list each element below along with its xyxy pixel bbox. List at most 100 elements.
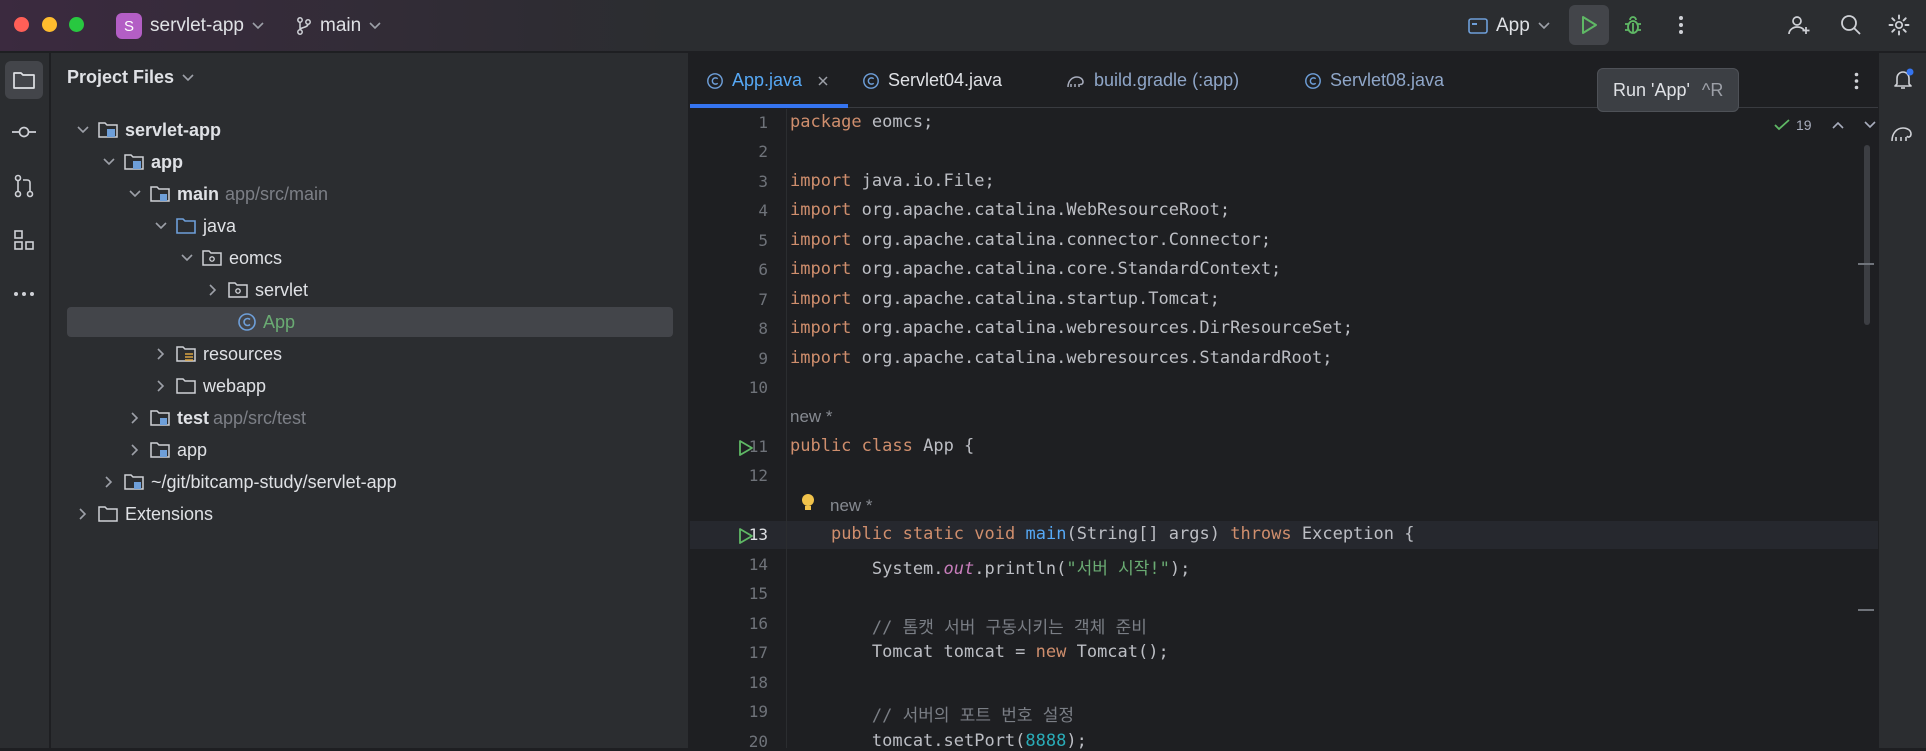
settings-button[interactable] bbox=[1884, 10, 1914, 40]
project-tool-button[interactable] bbox=[5, 61, 43, 99]
chevron-down-icon bbox=[1538, 22, 1550, 30]
line-number: 13 bbox=[748, 525, 768, 544]
module-folder-icon bbox=[150, 442, 170, 458]
chevron-right-icon bbox=[79, 508, 87, 520]
minimize-window-button[interactable] bbox=[42, 17, 57, 32]
tree-row-resources[interactable]: resources bbox=[67, 339, 673, 369]
gutter-run-icon[interactable] bbox=[738, 527, 754, 545]
code-vision-hint[interactable]: new * bbox=[790, 407, 833, 427]
chevron-right-icon bbox=[157, 380, 165, 392]
tree-label: servlet-app bbox=[125, 119, 222, 140]
run-icon bbox=[1582, 16, 1597, 34]
chevron-down-icon[interactable] bbox=[1864, 121, 1876, 129]
debug-icon bbox=[1625, 16, 1641, 34]
java-class-icon bbox=[238, 313, 256, 331]
tree-row-app-folder[interactable]: app bbox=[67, 435, 673, 465]
tree-row-git-root[interactable]: ~/git/bitcamp-study/servlet-app bbox=[67, 467, 673, 497]
run-button[interactable] bbox=[1569, 5, 1609, 45]
scroll-marker bbox=[1858, 263, 1874, 265]
branch-switcher[interactable]: main bbox=[296, 12, 381, 40]
line-number: 17 bbox=[748, 643, 768, 662]
pull-requests-tool-button[interactable] bbox=[5, 167, 43, 205]
tree-row-extensions[interactable]: Extensions bbox=[67, 499, 673, 529]
checkmark-icon bbox=[1774, 119, 1790, 131]
tree-label: app bbox=[177, 439, 208, 460]
inspection-widget[interactable]: 19 bbox=[1774, 117, 1876, 133]
project-name: servlet-app bbox=[150, 15, 244, 36]
chevron-right-icon bbox=[131, 412, 139, 424]
project-view-selector[interactable]: Project Files bbox=[67, 67, 194, 88]
project-switcher[interactable]: S servlet-app bbox=[116, 12, 264, 40]
code-line: Tomcat tomcat = new Tomcat(); bbox=[790, 642, 1169, 662]
commit-tool-button[interactable] bbox=[5, 113, 43, 151]
more-icon bbox=[14, 292, 34, 296]
tree-row-test[interactable]: test app/src/test bbox=[67, 403, 673, 433]
tree-row-servlet[interactable]: servlet bbox=[67, 275, 673, 305]
more-tool-windows-button[interactable] bbox=[5, 275, 43, 313]
branch-name: main bbox=[320, 15, 362, 36]
code-line: // 톰캣 서버 구동시키는 객체 준비 bbox=[871, 618, 1147, 638]
tab-label: Servlet04.java bbox=[888, 70, 1003, 90]
tab-servlet08[interactable]: Servlet08.java bbox=[1304, 53, 1444, 108]
notifications-button[interactable] bbox=[1887, 63, 1919, 95]
tab-servlet04[interactable]: Servlet04.java bbox=[862, 53, 1002, 108]
java-class-icon bbox=[1305, 72, 1321, 89]
source-set-folder-icon bbox=[150, 410, 170, 426]
package-icon bbox=[228, 282, 248, 298]
line-number: 4 bbox=[758, 201, 768, 220]
zoom-window-button[interactable] bbox=[69, 17, 84, 32]
chevron-down-icon bbox=[103, 158, 115, 166]
code-line: import org.apache.catalina.webresources.… bbox=[790, 318, 1353, 338]
tree-row-app-module[interactable]: app bbox=[67, 147, 673, 177]
code-line: import org.apache.catalina.connector.Con… bbox=[790, 230, 1272, 250]
tree-row-main[interactable]: main app/src/main bbox=[67, 179, 673, 209]
line-number: 7 bbox=[758, 290, 768, 309]
folder-icon bbox=[98, 506, 118, 522]
tree-row-app-class[interactable]: App bbox=[67, 307, 673, 337]
code-vision-hint[interactable]: new * bbox=[830, 496, 873, 516]
vertical-scrollbar[interactable] bbox=[1864, 145, 1870, 325]
package-icon bbox=[202, 250, 222, 266]
close-window-button[interactable] bbox=[14, 17, 29, 32]
chevron-down-icon bbox=[369, 22, 381, 30]
chevron-right-icon bbox=[131, 444, 139, 456]
close-icon[interactable] bbox=[818, 75, 828, 86]
tree-row-java[interactable]: java bbox=[67, 211, 673, 241]
line-number: 15 bbox=[748, 584, 768, 603]
tree-row-eomcs[interactable]: eomcs bbox=[67, 243, 673, 273]
application-icon bbox=[1468, 18, 1488, 34]
add-user-icon bbox=[1788, 16, 1810, 35]
scroll-marker bbox=[1858, 609, 1874, 611]
lightbulb-icon[interactable] bbox=[800, 493, 816, 513]
source-folder-icon bbox=[176, 218, 196, 234]
tab-build-gradle[interactable]: build.gradle (:app) bbox=[1066, 53, 1239, 108]
tree-label: eomcs bbox=[229, 247, 283, 268]
search-everywhere-button[interactable] bbox=[1836, 10, 1866, 40]
folder-icon bbox=[13, 72, 35, 89]
run-config-selector[interactable]: App bbox=[1468, 12, 1550, 40]
chevron-right-icon bbox=[105, 476, 113, 488]
debug-button[interactable] bbox=[1616, 8, 1650, 42]
tab-label: build.gradle (:app) bbox=[1094, 70, 1240, 90]
tree-row-servlet-app[interactable]: servlet-app bbox=[67, 115, 673, 145]
tree-label: servlet bbox=[255, 279, 309, 300]
tab-actions-button[interactable] bbox=[1846, 69, 1866, 93]
chevron-down-icon bbox=[155, 222, 167, 230]
more-actions-button[interactable] bbox=[1666, 10, 1696, 40]
line-number: 14 bbox=[748, 555, 768, 574]
tooltip-shortcut: ^R bbox=[1701, 79, 1724, 100]
gutter-run-icon[interactable] bbox=[738, 439, 754, 457]
tree-label: ~/git/bitcamp-study/servlet-app bbox=[151, 471, 397, 492]
tree-label: webapp bbox=[203, 375, 267, 396]
code-with-me-button[interactable] bbox=[1784, 10, 1814, 40]
gradle-tool-button[interactable] bbox=[1887, 117, 1919, 149]
chevron-up-icon[interactable] bbox=[1832, 121, 1844, 129]
tree-label: App bbox=[263, 311, 296, 332]
chevron-down-icon bbox=[182, 73, 194, 81]
code-line: import org.apache.catalina.startup.Tomca… bbox=[790, 289, 1220, 309]
tree-row-webapp[interactable]: webapp bbox=[67, 371, 673, 401]
tooltip-text: Run 'App' bbox=[1613, 79, 1690, 100]
code-line: import org.apache.catalina.webresources.… bbox=[790, 348, 1333, 368]
structure-tool-button[interactable] bbox=[5, 221, 43, 259]
tab-app-java[interactable]: App.java bbox=[706, 53, 828, 108]
